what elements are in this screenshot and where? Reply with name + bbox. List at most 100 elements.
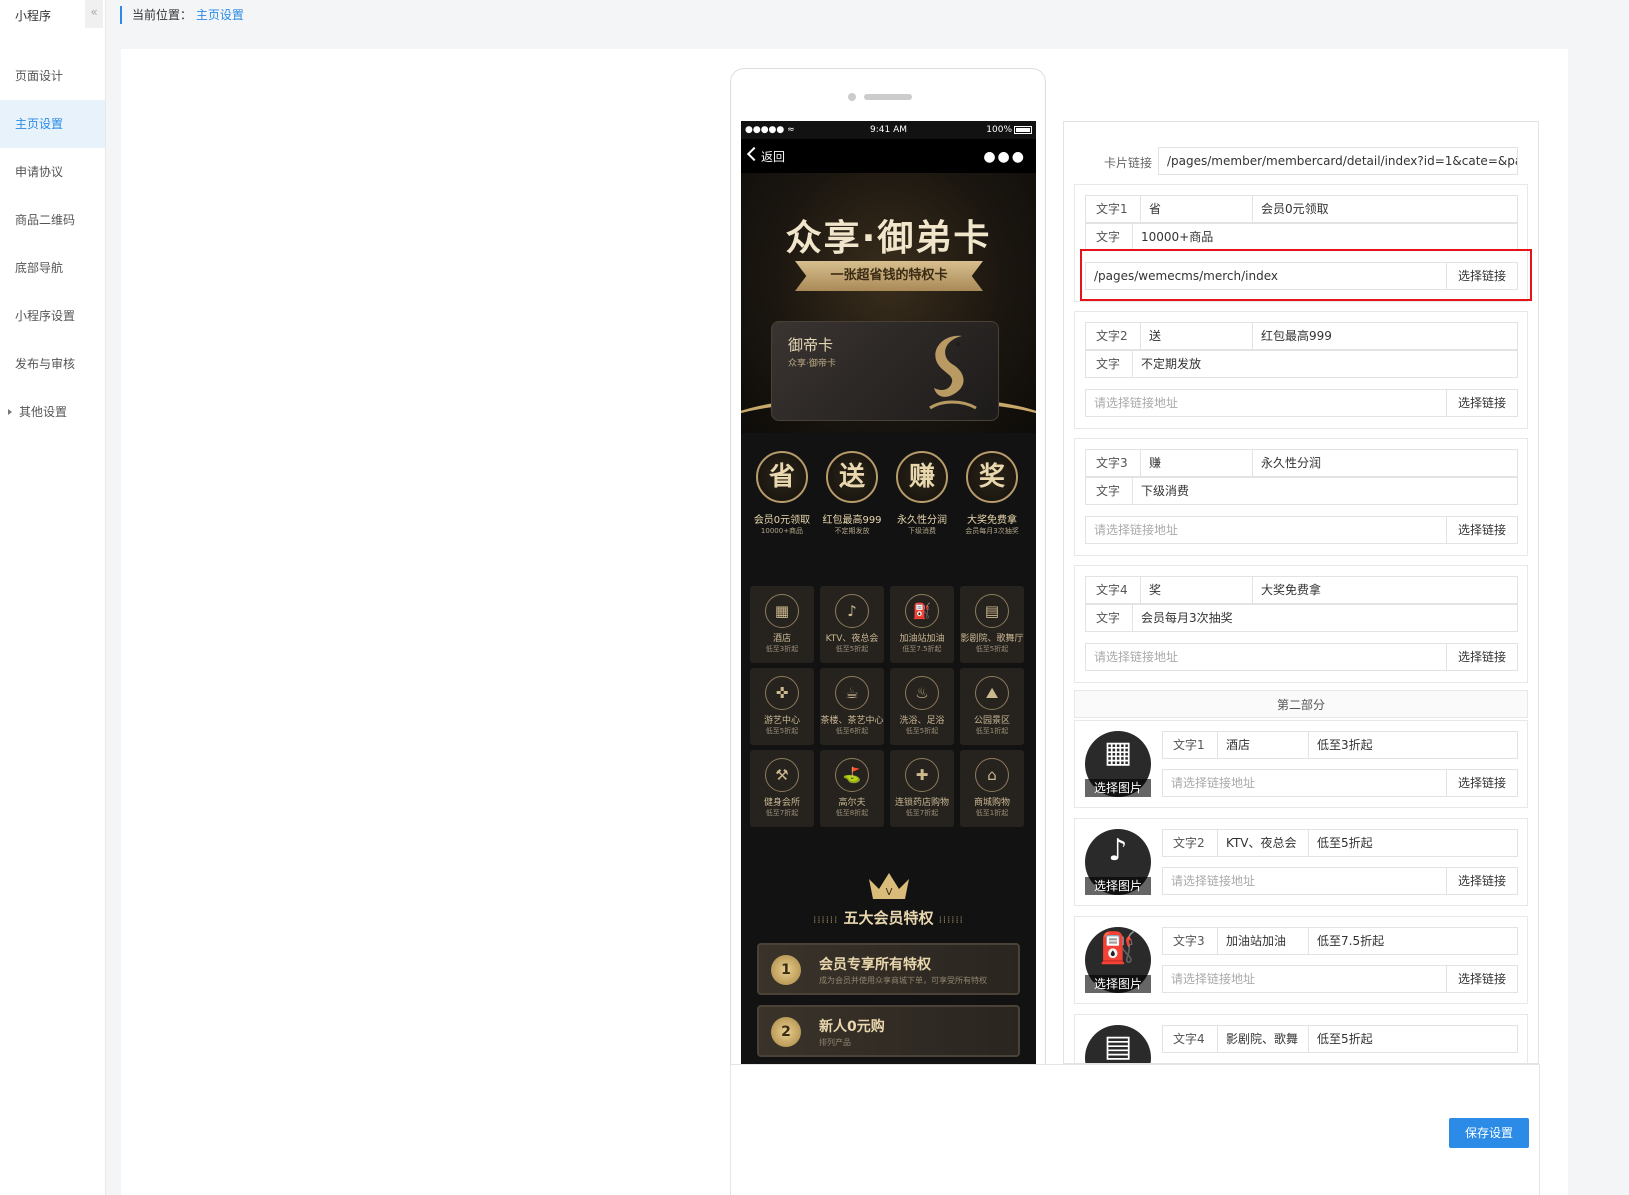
choose-image-label[interactable]: 选择图片 bbox=[1085, 779, 1151, 797]
benefit-card[interactable]: 1 会员专享所有特权 成为会员并使用众享商城下单，可享受所有特权 bbox=[757, 943, 1020, 995]
select-link-button[interactable]: 选择链接 bbox=[1446, 516, 1518, 544]
link-input[interactable]: 请选择链接地址 bbox=[1085, 389, 1447, 417]
tile-sub: 低至1折起 bbox=[975, 809, 1009, 817]
sidebar: 小程序 « 页面设计 主页设置 申请协议 商品二维码 底部导航 小程序设置 发布… bbox=[0, 0, 106, 1195]
discount-input[interactable]: 低至5折起 bbox=[1308, 829, 1518, 857]
sidebar-item-page-design[interactable]: 页面设计 bbox=[0, 52, 105, 100]
char-input[interactable]: 赚 bbox=[1140, 449, 1253, 477]
feature-circle[interactable]: 赚 永久性分润 下级消费 bbox=[887, 451, 957, 536]
tile-sub: 低至5折起 bbox=[765, 727, 799, 735]
image-picker[interactable]: ♪ 选择图片 bbox=[1085, 829, 1151, 895]
image-picker[interactable]: ▤ bbox=[1085, 1025, 1151, 1064]
status-bar: ●●●●● ≈ 9:41 AM 100% bbox=[741, 121, 1036, 139]
tile-sub: 低至8折起 bbox=[835, 809, 869, 817]
tile-sub: 低至7折起 bbox=[905, 809, 939, 817]
select-link-button[interactable]: 选择链接 bbox=[1446, 389, 1518, 417]
sidebar-item-other-settings[interactable]: 其他设置 bbox=[0, 388, 105, 436]
benefit-card[interactable]: 2 新人0元购 排列产品 bbox=[757, 1005, 1020, 1057]
name-input[interactable]: KTV、夜总会 bbox=[1217, 829, 1309, 857]
desc-input[interactable]: 10000+商品 bbox=[1132, 223, 1518, 251]
desc-input[interactable]: 不定期发放 bbox=[1132, 350, 1518, 378]
collapse-icon[interactable]: « bbox=[85, 0, 103, 28]
badge-icon: 1 bbox=[771, 955, 801, 985]
feature-circle[interactable]: 奖 大奖免费拿 会员每月3次抽奖 bbox=[957, 451, 1027, 536]
category-tile[interactable]: ⚒ 健身会所 低至7折起 bbox=[750, 750, 814, 827]
card-link-input[interactable]: /pages/member/membercard/detail/index?id… bbox=[1158, 147, 1518, 175]
sidebar-item-publish[interactable]: 发布与审核 bbox=[0, 340, 105, 388]
title-input[interactable]: 红包最高999 bbox=[1252, 322, 1518, 350]
name-input[interactable]: 影剧院、歌舞 bbox=[1217, 1025, 1309, 1053]
feature-sub: 下级消费 bbox=[908, 527, 936, 535]
char-input[interactable]: 送 bbox=[1140, 322, 1253, 350]
phone-preview: ●●●●● ≈ 9:41 AM 100% 返回 ●●● 众享·御弟卡 一张超省钱… bbox=[730, 68, 1046, 1195]
select-link-button[interactable]: 选择链接 bbox=[1446, 643, 1518, 671]
discount-input[interactable]: 低至7.5折起 bbox=[1308, 927, 1518, 955]
category-tile[interactable]: ☕ 茶楼、茶艺中心 低至6折起 bbox=[820, 668, 884, 745]
char-input[interactable]: 省 bbox=[1140, 195, 1253, 223]
back-icon[interactable] bbox=[746, 146, 762, 162]
feature-circle[interactable]: 省 会员0元领取 10000+商品 bbox=[747, 451, 817, 536]
link-input[interactable]: 请选择链接地址 bbox=[1162, 965, 1447, 993]
category-tile[interactable]: ⛽ 加油站加油 低至7.5折起 bbox=[890, 586, 954, 663]
dragon-icon bbox=[929, 335, 977, 410]
choose-image-label[interactable]: 选择图片 bbox=[1085, 975, 1151, 993]
item-group-3: 文字3 赚 永久性分润 文字 下级消费 请选择链接地址 选择链接 bbox=[1074, 438, 1528, 556]
category-tile[interactable]: ⌂ 商城购物 低至1折起 bbox=[960, 750, 1024, 827]
sidebar-item-qrcode[interactable]: 商品二维码 bbox=[0, 196, 105, 244]
back-label[interactable]: 返回 bbox=[761, 148, 785, 165]
desc-input[interactable]: 下级消费 bbox=[1132, 477, 1518, 505]
tile-name: 游艺中心 bbox=[763, 716, 800, 726]
golf-icon: ⛳ bbox=[835, 758, 869, 792]
feature-title: 永久性分润 bbox=[897, 515, 947, 526]
image-picker[interactable]: ⛽ 选择图片 bbox=[1085, 927, 1151, 993]
sidebar-item-home-settings[interactable]: 主页设置 bbox=[0, 100, 105, 148]
select-link-button[interactable]: 选择链接 bbox=[1446, 769, 1518, 797]
category-tile[interactable]: ⛳ 高尔夫 低至8折起 bbox=[820, 750, 884, 827]
category-tile[interactable]: ▤ 影剧院、歌舞厅 低至5折起 bbox=[960, 586, 1024, 663]
category-tile[interactable]: ♨ 洗浴、足浴 低至5折起 bbox=[890, 668, 954, 745]
breadcrumb-current[interactable]: 主页设置 bbox=[196, 8, 244, 22]
title-input[interactable]: 大奖免费拿 bbox=[1252, 576, 1518, 604]
category-tile[interactable]: ▦ 酒店 低至3折起 bbox=[750, 586, 814, 663]
sidebar-item-miniprogram-settings[interactable]: 小程序设置 bbox=[0, 292, 105, 340]
more-icon[interactable]: ●●● bbox=[983, 149, 1026, 165]
part2-item-3: ⛽ 选择图片 文字3 加油站加油 低至7.5折起 请选择链接地址 选择链接 bbox=[1074, 916, 1528, 1004]
select-link-button[interactable]: 选择链接 bbox=[1446, 867, 1518, 895]
desc-input[interactable]: 会员每月3次抽奖 bbox=[1132, 604, 1518, 632]
feature-circle[interactable]: 送 红包最高999 不定期发放 bbox=[817, 451, 887, 536]
category-tile[interactable]: ⛰ 公园景区 低至1折起 bbox=[960, 668, 1024, 745]
discount-input[interactable]: 低至3折起 bbox=[1308, 731, 1518, 759]
title-input[interactable]: 会员0元领取 bbox=[1252, 195, 1518, 223]
tile-name: 洗浴、足浴 bbox=[899, 716, 945, 726]
link-input[interactable]: 请选择链接地址 bbox=[1162, 867, 1447, 895]
category-tile[interactable]: ♪ KTV、夜总会 低至5折起 bbox=[820, 586, 884, 663]
text-label: 文字 bbox=[1085, 223, 1133, 251]
image-picker[interactable]: ▦ 选择图片 bbox=[1085, 731, 1151, 797]
link-input[interactable]: 请选择链接地址 bbox=[1162, 769, 1447, 797]
sidebar-item-agreement[interactable]: 申请协议 bbox=[0, 148, 105, 196]
gamepad-icon: ✜ bbox=[765, 676, 799, 710]
select-link-button[interactable]: 选择链接 bbox=[1446, 965, 1518, 993]
text-label: 文字 bbox=[1085, 350, 1133, 378]
title-input[interactable]: 永久性分润 bbox=[1252, 449, 1518, 477]
phone-speaker bbox=[864, 94, 912, 100]
fuel-icon: ⛽ bbox=[905, 594, 939, 628]
link-input[interactable]: 请选择链接地址 bbox=[1085, 516, 1447, 544]
tile-sub: 低至3折起 bbox=[765, 645, 799, 653]
film-icon: ▤ bbox=[1103, 1029, 1133, 1064]
name-input[interactable]: 酒店 bbox=[1217, 731, 1309, 759]
category-tile[interactable]: ✜ 游艺中心 低至5折起 bbox=[750, 668, 814, 745]
member-card: 御帝卡 众享·御帝卡 bbox=[771, 321, 999, 421]
footer-bar bbox=[730, 1064, 1540, 1195]
card-name: 御帝卡 bbox=[788, 336, 834, 354]
discount-input[interactable]: 低至5折起 bbox=[1308, 1025, 1518, 1053]
tile-name: 公园景区 bbox=[973, 716, 1010, 726]
choose-image-label[interactable]: 选择图片 bbox=[1085, 877, 1151, 895]
category-tile[interactable]: ✚ 连锁药店购物 低至7折起 bbox=[890, 750, 954, 827]
char-input[interactable]: 奖 bbox=[1140, 576, 1253, 604]
link-input[interactable]: 请选择链接地址 bbox=[1085, 643, 1447, 671]
badge-icon: 2 bbox=[771, 1017, 801, 1047]
save-settings-button[interactable]: 保存设置 bbox=[1449, 1118, 1529, 1148]
name-input[interactable]: 加油站加油 bbox=[1217, 927, 1309, 955]
sidebar-item-bottom-nav[interactable]: 底部导航 bbox=[0, 244, 105, 292]
